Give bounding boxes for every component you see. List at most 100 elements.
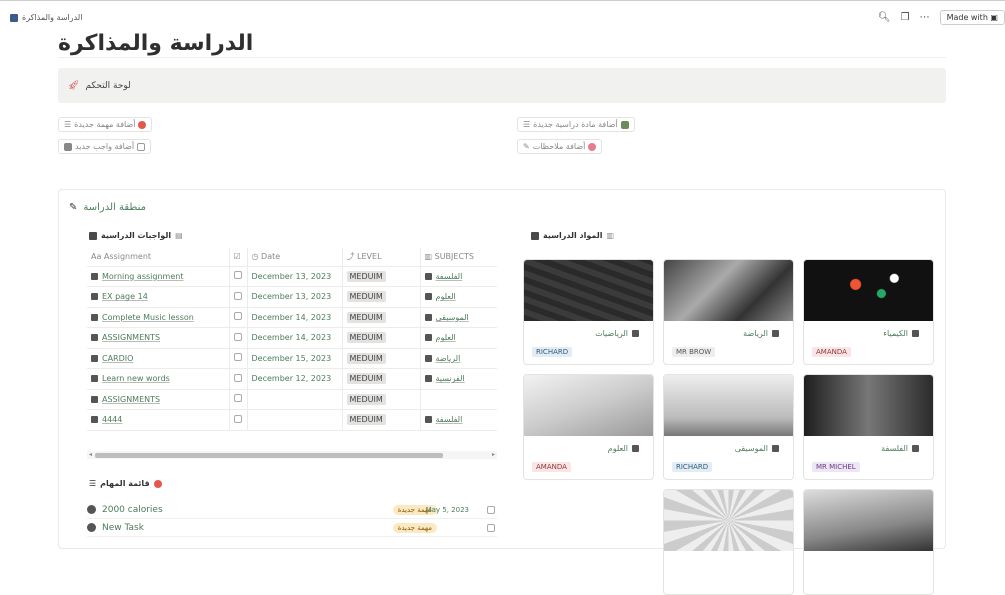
card-title: الرياضة bbox=[743, 329, 783, 338]
subject-card[interactable] bbox=[663, 489, 794, 595]
table-row[interactable]: EX page 14 December 13, 2023 MEDUIM العلوم bbox=[87, 286, 497, 308]
subject-card[interactable]: العلوم AMANDA bbox=[523, 374, 654, 480]
teacher-tag: AMANDA bbox=[532, 462, 571, 472]
list-item[interactable]: New Task مهمة جديدة bbox=[87, 519, 497, 537]
checkbox[interactable] bbox=[233, 271, 242, 280]
check-cell[interactable] bbox=[229, 389, 248, 410]
subject-card[interactable]: الموسيقى RICHARD bbox=[663, 374, 794, 480]
add-subject-button[interactable]: ☰ أضافة مادة دراسية جديدة bbox=[517, 117, 635, 132]
cover-image bbox=[664, 260, 793, 321]
task-list: 2000 calories مهمة جديدة May 5, 2023 New Ta… bbox=[87, 501, 497, 537]
date-cell: December 12, 2023 bbox=[247, 368, 343, 390]
card-title: الرياضيات bbox=[595, 329, 643, 338]
check-cell[interactable] bbox=[229, 348, 248, 369]
table-row[interactable]: ASSIGNMENTS December 14, 2023 MEDUIM العلوم bbox=[87, 327, 497, 349]
list-item[interactable]: 2000 calories مهمة جديدة May 5, 2023 bbox=[87, 501, 497, 519]
col-level[interactable]: ⤴ LEVEL bbox=[342, 248, 421, 267]
more-icon[interactable]: ⋯ bbox=[920, 12, 930, 23]
table-row[interactable]: CARDIO December 15, 2023 MEDUIM الرياضة bbox=[87, 348, 497, 369]
check-cell[interactable] bbox=[229, 266, 248, 287]
callout-text: لوحة التحكم bbox=[85, 80, 131, 91]
checkbox[interactable] bbox=[233, 353, 242, 362]
subject-cell[interactable]: الفلسفة bbox=[420, 266, 497, 287]
subject-card[interactable] bbox=[803, 489, 934, 595]
table-row[interactable]: Morning assignment December 13, 2023 MEDUI… bbox=[87, 266, 497, 287]
subject-cell[interactable]: العلوم bbox=[420, 286, 497, 308]
list-icon: ☰ bbox=[89, 479, 97, 488]
add-homework-button[interactable]: أضافة واجب جديد bbox=[58, 139, 152, 154]
subject-cell[interactable]: الفرنسية bbox=[420, 368, 497, 390]
checkbox[interactable] bbox=[233, 373, 242, 382]
subject-card[interactable]: الكيمياء AMANDA bbox=[803, 259, 934, 365]
table-row[interactable]: Complete Music lesson December 14, 2023 ME… bbox=[87, 307, 497, 328]
subject-cell[interactable]: الرياضة bbox=[420, 348, 497, 369]
table-row[interactable]: Learn new words December 12, 2023 MEDUIM ال… bbox=[87, 368, 497, 390]
check-cell[interactable] bbox=[229, 368, 248, 390]
study-area-panel: ✎ منطقة الدراسة الواجبات الدراسية ▤ Aa A… bbox=[58, 189, 946, 595]
assignment-cell[interactable]: Complete Music lesson bbox=[87, 307, 230, 328]
checkbox[interactable] bbox=[233, 414, 242, 423]
table-row[interactable]: ASSIGNMENTS MEDUIM bbox=[87, 389, 497, 410]
book-icon bbox=[531, 231, 539, 240]
subjects-heading: المواد الدراسية ▥ bbox=[531, 231, 614, 240]
date-cell bbox=[247, 409, 343, 431]
assignment-cell[interactable]: Learn new words bbox=[87, 368, 230, 390]
check-cell[interactable] bbox=[229, 409, 248, 431]
checkbox[interactable] bbox=[233, 312, 242, 321]
page-icon bbox=[424, 416, 432, 424]
level-cell: MEDUIM bbox=[342, 266, 421, 287]
subject-card[interactable]: الرياضيات RICHARD bbox=[523, 259, 654, 365]
target-icon bbox=[138, 120, 147, 129]
pencil-icon: ✎ bbox=[523, 142, 530, 151]
level-cell: MEDUIM bbox=[342, 307, 421, 328]
cover-image bbox=[804, 490, 933, 551]
assignment-cell[interactable]: CARDIO bbox=[87, 348, 230, 369]
col-check[interactable]: ☑ bbox=[229, 248, 248, 267]
assignment-cell[interactable]: Morning assignment bbox=[87, 266, 230, 287]
checkbox[interactable] bbox=[487, 523, 495, 532]
date-cell: December 13, 2023 bbox=[247, 286, 343, 308]
made-with-button[interactable]: Made with ▣ bbox=[939, 10, 1005, 25]
subject-card[interactable]: الرياضة MR BROW bbox=[663, 259, 794, 365]
page-icon bbox=[91, 416, 98, 424]
checkbox[interactable] bbox=[233, 291, 242, 300]
cover-image bbox=[664, 375, 793, 436]
add-task-button[interactable]: ☰ أضافة مهمة جديدة bbox=[58, 117, 153, 132]
brain-icon bbox=[588, 142, 597, 151]
teacher-tag: MR BROW bbox=[672, 347, 716, 357]
check-cell[interactable] bbox=[229, 286, 248, 308]
subject-cell[interactable]: العلوم bbox=[420, 327, 497, 349]
subject-cell[interactable]: الموسيقى bbox=[420, 307, 497, 328]
subject-cell[interactable]: الفلسفة bbox=[420, 409, 497, 431]
assignment-cell[interactable]: 4444 bbox=[87, 409, 230, 431]
study-area-title: ✎ منطقة الدراسة bbox=[69, 202, 146, 213]
subject-cell[interactable] bbox=[420, 389, 497, 410]
assignment-cell[interactable]: EX page 14 bbox=[87, 286, 230, 308]
page-icon bbox=[91, 272, 98, 280]
check-cell[interactable] bbox=[229, 327, 248, 349]
subject-card[interactable]: الفلسفة MR MICHEL bbox=[803, 374, 934, 480]
duplicate-icon[interactable]: ❐ bbox=[901, 12, 910, 23]
check-circle-icon bbox=[87, 505, 96, 514]
col-assignment[interactable]: Aa Assignment bbox=[87, 248, 230, 267]
check-cell[interactable] bbox=[229, 307, 248, 328]
assignment-cell[interactable]: ASSIGNMENTS bbox=[87, 327, 230, 349]
breadcrumb[interactable]: الدراسة والمذاكرة bbox=[10, 13, 82, 22]
table-row[interactable]: 4444 MEDUIM الفلسفة bbox=[87, 409, 497, 431]
search-icon[interactable]: 🔍︎ bbox=[878, 12, 891, 23]
checkbox[interactable] bbox=[487, 505, 495, 514]
book-icon bbox=[89, 231, 97, 240]
teacher-tag: RICHARD bbox=[532, 347, 573, 357]
col-subjects[interactable]: ▥ SUBJECTS bbox=[420, 248, 497, 267]
card-title: الكيمياء bbox=[883, 329, 923, 338]
teacher-tag: RICHARD bbox=[672, 462, 713, 472]
assignment-cell[interactable]: ASSIGNMENTS bbox=[87, 389, 230, 410]
horizontal-scrollbar[interactable]: ◂ ▸ bbox=[87, 451, 497, 459]
col-date[interactable]: ◷ Date bbox=[247, 248, 343, 267]
book-icon bbox=[632, 330, 639, 337]
add-notes-button[interactable]: ✎ أضافة ملاحظات bbox=[517, 139, 603, 154]
checkbox[interactable] bbox=[233, 394, 242, 403]
checkbox[interactable] bbox=[233, 332, 242, 341]
memo-icon: ▤ bbox=[175, 231, 183, 240]
date-cell bbox=[247, 389, 343, 410]
